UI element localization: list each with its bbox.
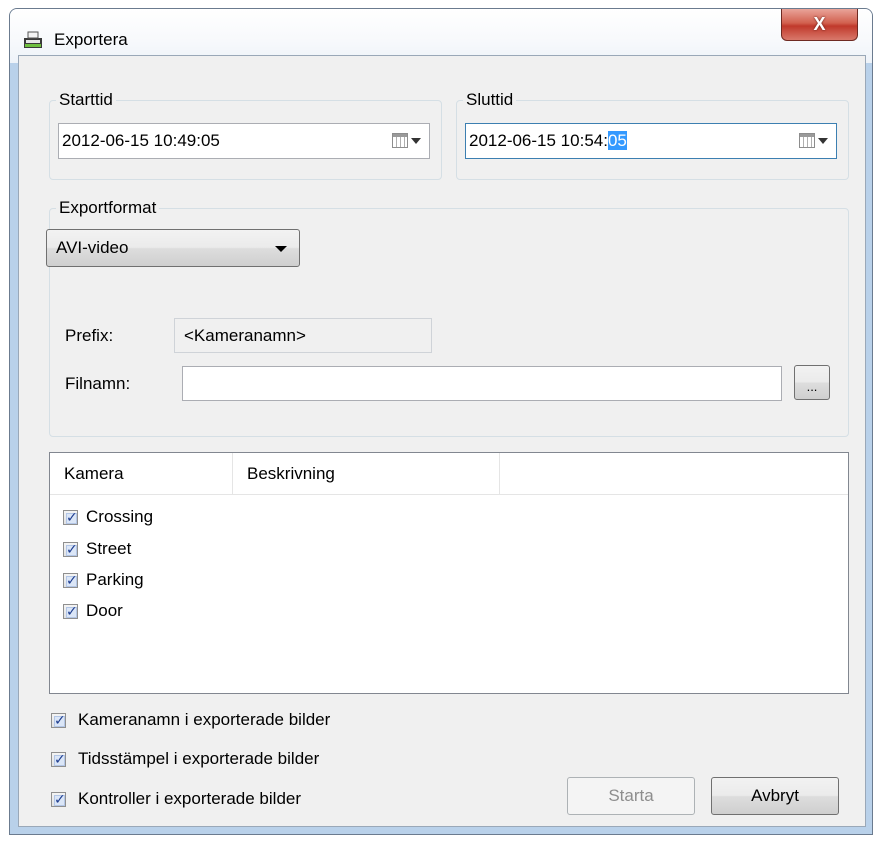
calendar-icon	[392, 133, 408, 148]
start-time-picker[interactable]: 2012-06-15 10:49:05	[58, 123, 430, 159]
option-label: Kontroller i exporterade bilder	[78, 789, 302, 808]
option-controls[interactable]: ✓ Kontroller i exporterade bilder	[51, 788, 301, 810]
list-item[interactable]: ✓ Door	[63, 600, 123, 622]
end-time-value: 2012-06-15 10:54:05	[469, 131, 627, 151]
camera-checkbox[interactable]: ✓	[63, 602, 78, 619]
camera-checkbox[interactable]: ✓	[63, 571, 78, 588]
end-time-value-text: 2012-06-15 10:54:	[469, 131, 608, 150]
export-window-icon	[24, 31, 42, 48]
camera-name: Door	[86, 601, 123, 620]
start-calendar-dropdown[interactable]	[392, 133, 421, 148]
option-timestamp[interactable]: ✓ Tidsstämpel i exporterade bilder	[51, 748, 319, 770]
browse-label: ...	[806, 379, 818, 394]
option-camera-name[interactable]: ✓ Kameranamn i exporterade bilder	[51, 709, 330, 731]
list-item[interactable]: ✓ Street	[63, 538, 131, 560]
prefix-field: <Kameranamn>	[174, 318, 432, 353]
browse-button[interactable]: ...	[794, 365, 830, 400]
camera-checkbox[interactable]: ✓	[63, 540, 78, 557]
end-time-selected-seconds[interactable]: 05	[607, 131, 627, 150]
option-label: Tidsstämpel i exporterade bilder	[78, 749, 320, 768]
column-header-empty[interactable]	[500, 453, 848, 495]
list-item[interactable]: ✓ Crossing	[63, 506, 153, 528]
end-calendar-dropdown[interactable]	[799, 133, 828, 148]
start-button-label: Starta	[608, 786, 654, 805]
camera-name: Crossing	[86, 507, 154, 526]
checkbox-check-icon: ✓	[66, 540, 78, 557]
chevron-down-icon	[275, 246, 287, 252]
window-title: Exportera	[54, 30, 128, 49]
checkbox-check-icon: ✓	[66, 602, 78, 619]
export-format-label: Exportformat	[56, 197, 160, 219]
chevron-down-icon	[818, 137, 828, 144]
column-header-description-label: Beskrivning	[247, 464, 335, 483]
calendar-icon	[799, 133, 815, 148]
option-checkbox[interactable]: ✓	[51, 750, 66, 767]
column-header-camera[interactable]: Kamera	[50, 453, 233, 495]
end-time-label: Sluttid	[463, 89, 517, 111]
close-icon: X	[813, 14, 826, 34]
close-button[interactable]: X	[781, 9, 858, 41]
checkbox-check-icon: ✓	[54, 790, 66, 807]
camera-checkbox[interactable]: ✓	[63, 508, 78, 525]
camera-name: Parking	[86, 570, 144, 589]
export-format-selected: AVI-video	[56, 238, 129, 257]
filename-label: Filnamn:	[65, 374, 131, 393]
cancel-button[interactable]: Avbryt	[711, 777, 839, 815]
option-checkbox[interactable]: ✓	[51, 711, 66, 728]
checkbox-check-icon: ✓	[66, 508, 78, 525]
camera-name: Street	[86, 539, 132, 558]
start-button[interactable]: Starta	[567, 777, 695, 815]
checkbox-check-icon: ✓	[66, 571, 78, 588]
list-item[interactable]: ✓ Parking	[63, 569, 144, 591]
checkbox-check-icon: ✓	[54, 711, 66, 728]
chevron-down-icon	[411, 137, 421, 144]
option-checkbox[interactable]: ✓	[51, 790, 66, 807]
camera-list-header: Kamera Beskrivning	[50, 453, 848, 495]
export-format-select[interactable]: AVI-video	[46, 229, 300, 267]
prefix-label: Prefix:	[65, 326, 114, 345]
option-label: Kameranamn i exporterade bilder	[78, 710, 331, 729]
column-header-camera-label: Kamera	[64, 464, 124, 483]
filename-input[interactable]	[182, 366, 782, 401]
start-time-value: 2012-06-15 10:49:05	[62, 131, 220, 150]
camera-list[interactable]: Kamera Beskrivning ✓ Crossing ✓ Street ✓…	[49, 452, 849, 694]
start-time-label: Starttid	[56, 89, 116, 111]
column-header-description[interactable]: Beskrivning	[233, 453, 500, 495]
prefix-value: <Kameranamn>	[184, 325, 306, 345]
checkbox-check-icon: ✓	[54, 750, 66, 767]
cancel-button-label: Avbryt	[751, 786, 799, 805]
end-time-picker[interactable]: 2012-06-15 10:54:05	[465, 123, 837, 159]
